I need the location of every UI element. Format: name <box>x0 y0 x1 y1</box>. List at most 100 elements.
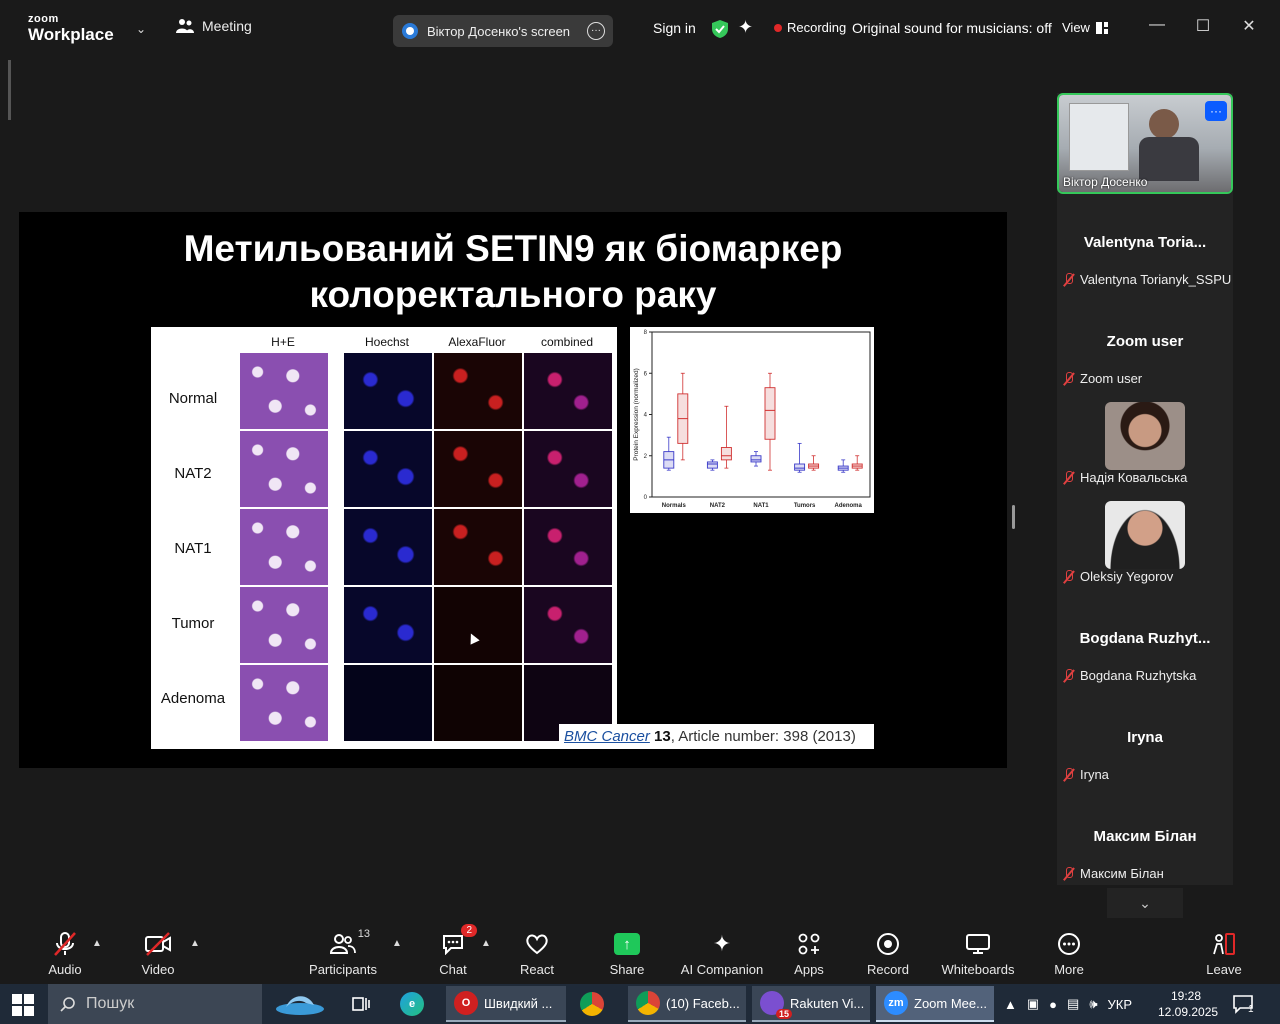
video-label: Video <box>141 962 175 977</box>
microscopy-figure: H+E Hoechst AlexaFluor combined Normal N… <box>151 327 617 749</box>
participant-name-row: Максим Білан <box>1063 866 1164 881</box>
participant-tile[interactable]: Valentyna Toria... Valentyna Torianyk_SS… <box>1057 196 1233 295</box>
opera-icon: O <box>454 991 478 1015</box>
participants-button[interactable]: 13 Participants <box>298 928 388 977</box>
minimize-icon[interactable]: — <box>1145 16 1169 34</box>
video-options-caret-icon[interactable]: ▲ <box>190 938 200 949</box>
microphone-tray-icon[interactable]: ● <box>1049 997 1057 1012</box>
alexafluor-image <box>434 353 522 429</box>
participant-name: Bogdana Ruzhytska <box>1080 668 1197 683</box>
apps-grid-icon <box>798 930 820 958</box>
taskbar-clock[interactable]: 19:28 12.09.2025 <box>1158 988 1218 1020</box>
taskbar-app-facebook[interactable]: (10) Faceb... <box>628 986 746 1022</box>
view-button[interactable]: View <box>1062 20 1108 35</box>
taskbar-search[interactable]: Пошук <box>48 984 262 1024</box>
mic-muted-icon <box>1063 569 1075 584</box>
more-button[interactable]: More <box>1024 930 1114 977</box>
ai-companion-button[interactable]: ✦ AI Companion <box>677 930 767 977</box>
chrome-icon <box>636 991 660 1015</box>
chevron-down-icon[interactable]: ⌄ <box>136 22 146 36</box>
camera-tray-icon[interactable]: ▣ <box>1027 996 1039 1012</box>
figure-row-label: Normal <box>168 390 218 407</box>
citation-journal-link[interactable]: BMC Cancer <box>564 728 650 745</box>
react-label: React <box>520 962 554 977</box>
clock-time: 19:28 <box>1170 989 1202 1003</box>
combined-image <box>524 431 612 507</box>
volume-icon[interactable]: 🕪 <box>1089 996 1097 1012</box>
network-icon[interactable]: ▤ <box>1067 996 1079 1012</box>
citation-details: , Article number: 398 (2013) <box>670 728 856 745</box>
box <box>764 387 776 440</box>
screen-share-pill[interactable]: Віктор Досенко's screen ··· <box>393 15 613 47</box>
dolphin-widget-icon[interactable] <box>264 986 328 1022</box>
participant-name-row: Valentyna Torianyk_SSPU <box>1063 272 1231 287</box>
heart-icon <box>525 930 549 958</box>
participant-tile[interactable]: Oleksiy Yegorov <box>1057 493 1233 592</box>
alexafluor-image <box>434 587 522 663</box>
avatar <box>1105 501 1185 569</box>
taskbar-app-viber[interactable]: 15 Rakuten Vi... <box>752 986 870 1022</box>
react-button[interactable]: React <box>492 930 582 977</box>
participant-tile[interactable]: Zoom user Zoom user <box>1057 295 1233 394</box>
task-view-icon[interactable] <box>344 986 378 1022</box>
participant-tile[interactable]: Максим Білан Максим Білан <box>1057 790 1233 885</box>
apps-button[interactable]: Apps <box>764 930 854 977</box>
participants-options-caret-icon[interactable]: ▲ <box>392 938 402 949</box>
globe-icon <box>402 23 418 39</box>
whiteboards-label: Whiteboards <box>941 962 1015 977</box>
he-stain-image <box>240 587 328 663</box>
zoom-logo[interactable]: zoom Workplace <box>28 14 114 44</box>
participant-tile[interactable]: Надія Ковальська <box>1057 394 1233 493</box>
apps-label: Apps <box>794 962 824 977</box>
alexafluor-image <box>434 431 522 507</box>
view-layout-icon <box>1095 21 1108 34</box>
participant-name: Iryna <box>1080 767 1109 782</box>
top-bar: zoom Workplace ⌄ Meeting Віктор Досенко'… <box>0 0 1280 60</box>
whiteboards-button[interactable]: Whiteboards <box>933 930 1023 977</box>
mic-muted-icon <box>1063 866 1075 881</box>
participant-tile[interactable]: Iryna Iryna <box>1057 691 1233 790</box>
security-shield-icon[interactable] <box>711 19 729 44</box>
chat-unread-badge: 2 <box>461 924 477 937</box>
scroll-down-chevron-icon[interactable]: ⌄ <box>1107 888 1183 918</box>
box <box>794 463 806 471</box>
meeting-menu-button[interactable]: Meeting <box>176 18 252 34</box>
taskbar-app-opera[interactable]: O Швидкий ... <box>446 986 566 1022</box>
hoechst-image <box>344 509 432 585</box>
taskbar-app-zoom[interactable]: zm Zoom Mee... <box>876 986 994 1022</box>
chrome-icon[interactable] <box>572 986 616 1022</box>
he-stain-image <box>240 509 328 585</box>
more-options-icon[interactable]: ··· <box>1205 101 1227 121</box>
recording-indicator[interactable]: Recording <box>774 20 846 35</box>
notifications-icon[interactable]: 1 <box>1232 984 1254 1024</box>
audio-options-caret-icon[interactable]: ▲ <box>92 938 102 949</box>
sign-in-link[interactable]: Sign in <box>653 20 696 36</box>
record-label: Record <box>867 962 909 977</box>
original-sound-status[interactable]: Original sound for musicians: off <box>852 20 1052 36</box>
tray-expand-icon[interactable]: ▲ <box>1004 997 1017 1012</box>
more-options-icon[interactable]: ··· <box>587 22 605 40</box>
record-button[interactable]: Record <box>843 930 933 977</box>
edge-browser-icon[interactable]: e <box>392 986 436 1022</box>
record-icon <box>876 930 900 958</box>
maximize-icon[interactable]: ☐ <box>1191 16 1215 36</box>
box <box>750 455 762 463</box>
speaker-head <box>1149 109 1179 139</box>
share-button[interactable]: ↑ Share <box>582 930 672 977</box>
participants-label: Participants <box>309 962 377 977</box>
chat-options-caret-icon[interactable]: ▲ <box>481 938 491 949</box>
active-speaker-tile[interactable]: ··· Віктор Досенко <box>1057 93 1233 194</box>
windows-start-icon[interactable] <box>12 994 34 1016</box>
screen-share-label: Віктор Досенко's screen <box>427 23 571 39</box>
participant-tile[interactable]: Bogdana Ruzhyt... Bogdana Ruzhytska <box>1057 592 1233 691</box>
ai-sparkle-icon: ✦ <box>712 931 732 956</box>
x-tick-label: NAT2 <box>710 503 726 509</box>
panel-resize-handle[interactable] <box>1012 505 1015 529</box>
logo-text-workplace: Workplace <box>28 25 114 44</box>
ai-sparkle-icon[interactable]: ✦ <box>738 17 753 38</box>
leave-button[interactable]: Leave <box>1179 930 1269 977</box>
close-icon[interactable]: ✕ <box>1237 16 1261 36</box>
keyboard-language[interactable]: УКР <box>1108 997 1133 1012</box>
slide-title: Метильований SETIN9 як біомаркер колорек… <box>19 226 1007 318</box>
participants-icon: 13 <box>330 928 370 958</box>
